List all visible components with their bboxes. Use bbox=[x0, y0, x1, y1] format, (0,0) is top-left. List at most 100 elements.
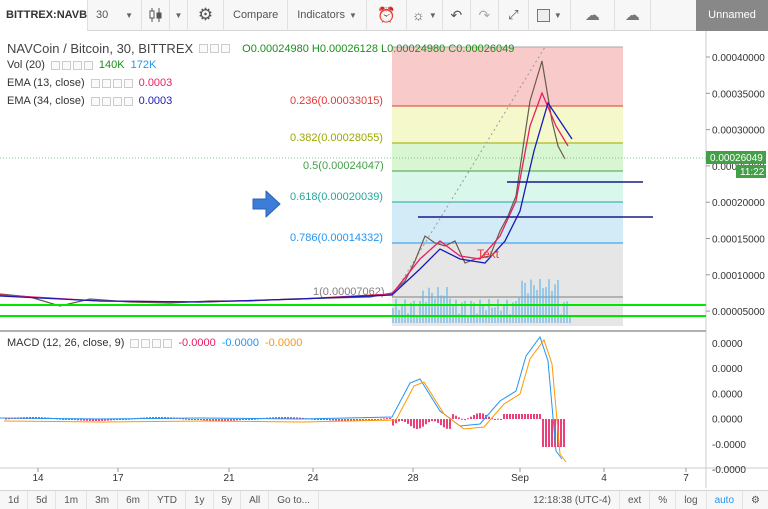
layout-name-button[interactable]: Unnamed bbox=[696, 0, 768, 31]
time-tick-label: 24 bbox=[307, 473, 319, 484]
save-layout-button[interactable]: ☁ bbox=[615, 0, 651, 31]
gear-icon: ⚙ bbox=[197, 5, 214, 24]
chart-title: NAVCoin / Bitcoin, 30, BITTREX bbox=[7, 41, 194, 56]
price-tick-label: 0.00040000 bbox=[712, 53, 765, 64]
price-tick-label: 0.00010000 bbox=[712, 271, 765, 282]
time-axis[interactable]: 14 17 21 24 28 Sep 4 7 bbox=[32, 468, 689, 484]
settings-button[interactable]: ⚙ bbox=[743, 491, 768, 509]
legend-buttons[interactable] bbox=[130, 338, 173, 348]
redo-button[interactable]: ↷ bbox=[471, 0, 499, 31]
macd-value-3: -0.0000 bbox=[265, 337, 303, 349]
chevron-down-icon: ▼ bbox=[348, 10, 357, 20]
interval-value: 30 bbox=[96, 9, 109, 21]
macd-tick-label: -0.0000 bbox=[712, 465, 746, 476]
chart-style-dropdown[interactable]: ▼ bbox=[170, 0, 188, 31]
alert-button[interactable]: ⏰ bbox=[367, 0, 407, 31]
screenshot-button[interactable]: ▼ bbox=[529, 0, 571, 31]
range-button-1m[interactable]: 1m bbox=[56, 490, 88, 509]
fib-level-label: 0.5(0.00024047) bbox=[303, 160, 384, 172]
time-tick-label: Sep bbox=[511, 473, 529, 484]
range-button-ytd[interactable]: YTD bbox=[149, 490, 186, 509]
ext-toggle[interactable]: ext bbox=[620, 490, 651, 509]
lightbulb-icon: ☼ bbox=[411, 7, 425, 23]
time-tick-label: 21 bbox=[223, 473, 235, 484]
interval-selector[interactable]: 30 ▼ bbox=[88, 0, 142, 31]
alarm-clock-icon: ⏰ bbox=[377, 7, 396, 24]
undo-button[interactable]: ↶ bbox=[443, 0, 471, 31]
range-button-5y[interactable]: 5y bbox=[214, 490, 242, 509]
arrow-right-icon[interactable] bbox=[252, 190, 281, 218]
price-tick-label: 0.00035000 bbox=[712, 89, 765, 100]
price-tick-label: 0.00005000 bbox=[712, 307, 765, 318]
chevron-down-icon: ▼ bbox=[174, 10, 183, 20]
settings-button[interactable]: ⚙ bbox=[188, 0, 224, 31]
ema13-legend[interactable]: EMA (13, close) 0.0003 bbox=[7, 77, 172, 89]
volume-legend[interactable]: Vol (20) 140K 172K bbox=[7, 59, 156, 71]
macd-tick-label: 0.0000 bbox=[712, 339, 743, 350]
price-tick-label: 0.00030000 bbox=[712, 126, 765, 137]
gear-icon: ⚙ bbox=[751, 494, 760, 506]
current-price-text: 0.00026049 bbox=[710, 153, 763, 164]
volume-value-2: 172K bbox=[130, 59, 157, 71]
macd-value-1: -0.0000 bbox=[178, 337, 216, 349]
range-button-5d[interactable]: 5d bbox=[28, 490, 57, 509]
macd-legend[interactable]: MACD (12, 26, close, 9) -0.0000 -0.0000 … bbox=[7, 337, 302, 349]
fib-retracement[interactable] bbox=[391, 46, 623, 326]
time-tick-label: 7 bbox=[683, 473, 689, 484]
indicators-label: Indicators bbox=[297, 9, 345, 21]
cloud-upload-icon: ☁ bbox=[624, 7, 640, 24]
candles-icon bbox=[149, 8, 161, 22]
percent-toggle[interactable]: % bbox=[650, 490, 677, 509]
top-toolbar: BITTREX:NAVBTC 30 ▼ ▼ ⚙ Compare Indicato… bbox=[0, 0, 768, 31]
symbol-text: BITTREX:NAVBTC bbox=[6, 9, 88, 21]
range-button-1y[interactable]: 1y bbox=[186, 490, 214, 509]
macd-tick-label: 0.0000 bbox=[712, 389, 743, 400]
annotation-text[interactable]: Text bbox=[477, 247, 500, 261]
cloud-download-icon: ☁ bbox=[584, 7, 600, 24]
symbol-search-input[interactable]: BITTREX:NAVBTC bbox=[0, 0, 88, 31]
legend-buttons[interactable] bbox=[50, 60, 93, 70]
ema34-legend[interactable]: EMA (34, close) 0.0003 bbox=[7, 95, 172, 107]
auto-toggle[interactable]: auto bbox=[707, 490, 744, 509]
log-toggle[interactable]: log bbox=[676, 490, 707, 509]
range-button-1d[interactable]: 1d bbox=[0, 490, 29, 509]
bottom-right-controls: 12:18:38 (UTC-4) ext % log auto ⚙ bbox=[525, 490, 768, 509]
macd-axis[interactable]: 0.00000.00000.00000.0000-0.0000-0.0000-0… bbox=[712, 339, 746, 488]
indicators-button[interactable]: Indicators ▼ bbox=[288, 0, 367, 31]
countdown-text: 11:22 bbox=[740, 167, 765, 178]
replay-button[interactable]: ☼ ▼ bbox=[407, 0, 443, 31]
chevron-down-icon: ▼ bbox=[125, 10, 133, 20]
macd-label: MACD (12, 26, close, 9) bbox=[7, 337, 125, 349]
fullscreen-button[interactable]: ⤢ bbox=[499, 0, 529, 31]
price-tick-label: 0.00015000 bbox=[712, 235, 765, 246]
clock-display[interactable]: 12:18:38 (UTC-4) bbox=[525, 490, 620, 509]
macd-lines bbox=[0, 335, 567, 463]
ema13-label: EMA (13, close) bbox=[7, 77, 85, 89]
load-layout-button[interactable]: ☁ bbox=[571, 0, 615, 31]
macd-tick-label: -0.0000 bbox=[712, 440, 746, 451]
ohlc-values: O0.00024980 H0.00026128 L0.00024980 C0.0… bbox=[242, 42, 515, 55]
fib-level-label: 0.382(0.00028055) bbox=[290, 132, 383, 144]
macd-tick-label: 0.0000 bbox=[712, 415, 743, 426]
expand-icon: ⤢ bbox=[508, 7, 519, 22]
legend-buttons[interactable] bbox=[199, 44, 231, 53]
legend-buttons[interactable] bbox=[90, 78, 133, 88]
ema34-label: EMA (34, close) bbox=[7, 95, 85, 107]
ema13-value: 0.0003 bbox=[138, 77, 173, 89]
range-button-all[interactable]: All bbox=[241, 490, 270, 509]
goto-button[interactable]: Go to... bbox=[269, 490, 320, 509]
legend-buttons[interactable] bbox=[90, 96, 133, 106]
range-button-6m[interactable]: 6m bbox=[118, 490, 149, 509]
fib-level-label: 0.236(0.00033015) bbox=[290, 95, 383, 107]
compare-button[interactable]: Compare bbox=[224, 0, 289, 31]
macd-tick-label: 0.0000 bbox=[712, 364, 743, 375]
range-button-3m[interactable]: 3m bbox=[87, 490, 119, 509]
ema34-value: 0.0003 bbox=[138, 95, 173, 107]
fib-level-label: 0.786(0.00014332) bbox=[290, 232, 383, 244]
chart-style-button[interactable] bbox=[142, 0, 170, 31]
volume-label: Vol (20) bbox=[7, 59, 45, 71]
price-axis[interactable]: 0.000400000.000350000.000300000.00025000… bbox=[706, 53, 765, 318]
macd-histogram bbox=[5, 413, 565, 447]
series-legend[interactable]: NAVCoin / Bitcoin, 30, BITTREX O0.000249… bbox=[7, 41, 514, 56]
chart-area[interactable]: 1(0.00007062) 0.786(0.00014332) 0.618(0.00… bbox=[0, 31, 768, 488]
